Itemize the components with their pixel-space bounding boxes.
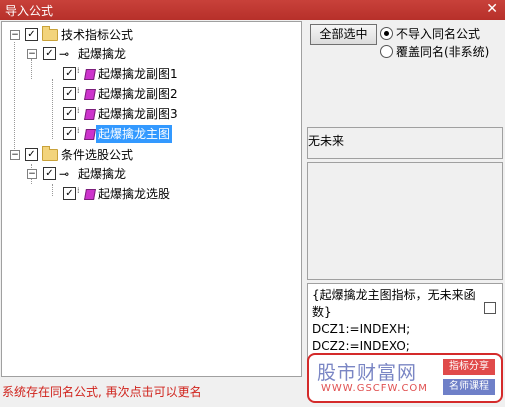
gem-icon bbox=[84, 189, 96, 200]
dots-icon: ⁞ bbox=[77, 186, 80, 195]
formula-label: 起爆擒龙 bbox=[78, 47, 127, 61]
folder-icon bbox=[42, 26, 58, 41]
description-panel bbox=[307, 162, 503, 280]
item-checkbox[interactable]: ✓ bbox=[63, 127, 76, 140]
close-icon[interactable]: ✕ bbox=[486, 1, 498, 17]
radio-label: 覆盖同名(非系统) bbox=[396, 45, 490, 59]
collapse-icon[interactable]: − bbox=[27, 49, 37, 59]
collapse-icon[interactable]: − bbox=[27, 169, 37, 179]
gem-icon bbox=[84, 109, 96, 120]
radio-overwrite[interactable] bbox=[380, 45, 393, 58]
item-label: 起爆擒龙主图 bbox=[96, 125, 173, 143]
option-checkbox[interactable] bbox=[484, 302, 496, 314]
group-checkbox[interactable]: ✓ bbox=[25, 148, 38, 161]
collapse-icon[interactable]: − bbox=[10, 150, 20, 160]
watermark-url: WWW.GSCFW.COM bbox=[321, 383, 428, 394]
watermark-tag: 指标分享 bbox=[443, 359, 495, 375]
select-all-button[interactable]: 全部选中 bbox=[310, 24, 377, 45]
radio-label: 不导入同名公式 bbox=[396, 27, 481, 41]
watermark-logo: 股市财富网 WWW.GSCFW.COM 指标分享 名师课程 bbox=[307, 353, 503, 403]
item-checkbox[interactable]: ✓ bbox=[63, 87, 76, 100]
formula-tree[interactable]: − ✓ 技术指标公式 − ✓ ⊸ 起爆擒龙 ✓ ⁞ 起爆擒龙副图1 ✓ ⁞ 起爆… bbox=[1, 21, 302, 377]
formula-checkbox[interactable]: ✓ bbox=[43, 47, 56, 60]
info-panel: 无未来 bbox=[307, 127, 503, 159]
status-message: 系统存在同名公式, 再次点击可以更名 bbox=[2, 385, 202, 399]
group-checkbox[interactable]: ✓ bbox=[25, 28, 38, 41]
dots-icon: ⁞ bbox=[77, 106, 80, 115]
item-checkbox[interactable]: ✓ bbox=[63, 107, 76, 120]
future-label: 无未来 bbox=[308, 134, 345, 148]
folder-icon bbox=[42, 146, 58, 161]
item-label: 起爆擒龙副图2 bbox=[98, 87, 178, 101]
group-label: 条件选股公式 bbox=[61, 148, 134, 162]
watermark-tag: 名师课程 bbox=[443, 379, 495, 395]
dots-icon: ⁞ bbox=[77, 66, 80, 75]
item-checkbox[interactable]: ✓ bbox=[63, 67, 76, 80]
item-label: 起爆擒龙选股 bbox=[98, 187, 171, 201]
key-icon: ⊸ bbox=[59, 167, 70, 181]
tree-connector bbox=[52, 184, 53, 196]
gem-icon bbox=[84, 89, 96, 100]
watermark-name: 股市财富网 bbox=[317, 362, 418, 384]
tree-connector bbox=[14, 42, 15, 159]
item-label: 起爆擒龙副图3 bbox=[98, 107, 178, 121]
gem-icon bbox=[84, 69, 96, 80]
item-checkbox[interactable]: ✓ bbox=[63, 187, 76, 200]
dots-icon: ⁞ bbox=[77, 86, 80, 95]
tree-connector bbox=[52, 79, 53, 139]
item-label: 起爆擒龙副图1 bbox=[98, 67, 178, 81]
group-label: 技术指标公式 bbox=[61, 28, 134, 42]
code-text: {起爆擒龙主图指标，无未来函数} DCZ1:=INDEXH; DCZ2:=IND… bbox=[312, 288, 476, 353]
radio-skip-duplicates[interactable] bbox=[380, 27, 393, 40]
dots-icon: ⁞ bbox=[77, 126, 80, 135]
tree-connector bbox=[31, 59, 32, 79]
title-bar: 导入公式 ✕ bbox=[0, 0, 505, 20]
formula-label: 起爆擒龙 bbox=[78, 167, 127, 181]
gem-icon bbox=[84, 129, 96, 140]
collapse-icon[interactable]: − bbox=[10, 30, 20, 40]
formula-checkbox[interactable]: ✓ bbox=[43, 167, 56, 180]
key-icon: ⊸ bbox=[59, 47, 70, 61]
window-title: 导入公式 bbox=[5, 4, 54, 18]
